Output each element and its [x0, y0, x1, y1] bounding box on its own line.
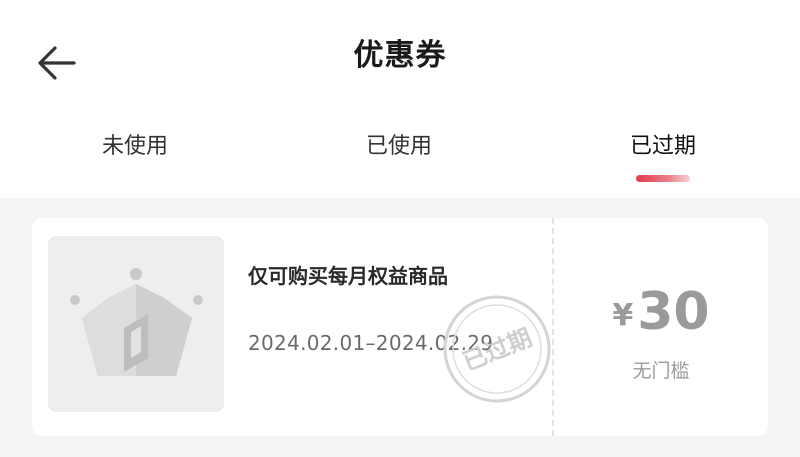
coupon-name: 仅可购买每月权益商品 [248, 264, 448, 288]
coupon-value: 30 [637, 282, 710, 342]
tab-expired[interactable]: 已过期 [598, 128, 728, 160]
page-title: 优惠券 [353, 38, 447, 73]
top-bar: 优惠券 未使用 已使用 已过期 [0, 0, 800, 198]
tab-unused[interactable]: 未使用 [70, 128, 200, 160]
tab-used[interactable]: 已使用 [334, 128, 464, 160]
currency-symbol: ¥ [612, 298, 634, 333]
coupon-thumbnail [48, 236, 224, 412]
coupon-card[interactable]: 仅可购买每月权益商品 2024.02.01–2024.02.29 已过期 ¥30… [32, 218, 768, 436]
crown-icon [70, 268, 203, 376]
expired-stamp: 已过期 [443, 295, 551, 403]
active-tab-indicator [636, 175, 690, 182]
coupon-amount: ¥30 [554, 282, 768, 342]
coupon-condition: 无门槛 [632, 360, 690, 382]
expired-stamp-text: 已过期 [459, 323, 536, 376]
tab-bar: 未使用 已使用 已过期 [0, 128, 800, 188]
